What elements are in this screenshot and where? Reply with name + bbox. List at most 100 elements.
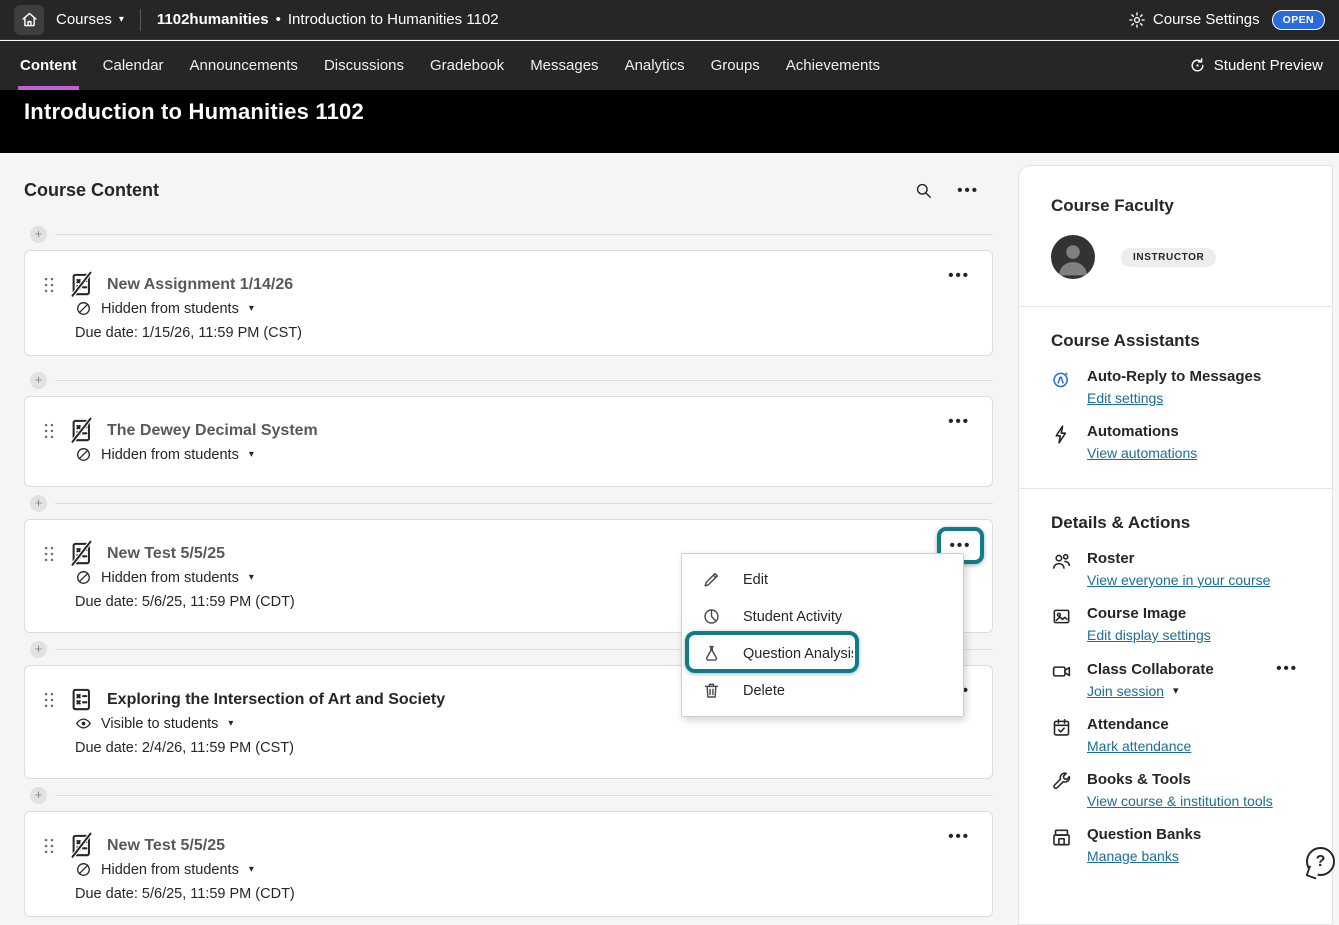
menu-item-delete[interactable]: Delete <box>682 672 963 709</box>
chevron-down-icon[interactable]: ▾ <box>1173 686 1179 697</box>
home-button[interactable] <box>14 5 44 35</box>
course-settings-button[interactable]: Course Settings <box>1128 11 1260 29</box>
sidebar-row-link[interactable]: Mark attendance <box>1087 738 1191 754</box>
sidebar-row-link[interactable]: View everyone in your course <box>1087 572 1270 588</box>
drag-handle[interactable] <box>39 690 59 710</box>
add-content-button[interactable]: + <box>30 787 47 804</box>
visibility-label: Hidden from students <box>101 570 239 586</box>
class-collaborate-options-button[interactable]: ••• <box>1276 660 1298 678</box>
sidebar-row-link[interactable]: Manage banks <box>1087 848 1179 864</box>
drag-handle-icon <box>39 544 59 564</box>
books-tools-icon-wrap <box>1051 771 1072 793</box>
content-item-title[interactable]: Exploring the Intersection of Art and So… <box>107 691 445 709</box>
course-content-options-button[interactable]: ••• <box>957 183 979 198</box>
sidebar-row-auto-reply-to-messages: Auto-Reply to MessagesEdit settings <box>1051 368 1312 406</box>
content-item-card: The Dewey Decimal System ••• Hidden from s… <box>24 396 993 487</box>
content-item-title[interactable]: The Dewey Decimal System <box>107 422 318 440</box>
visibility-label: Hidden from students <box>101 447 239 463</box>
tab-calendar[interactable]: Calendar <box>103 41 164 90</box>
tab-messages[interactable]: Messages <box>530 41 598 90</box>
divider-line <box>55 234 993 235</box>
student-preview-icon <box>1189 57 1206 74</box>
content-item-title[interactable]: New Assignment 1/14/26 <box>107 276 293 294</box>
breadcrumb-course-id: 1102humanities <box>157 11 269 28</box>
nav-tabs: Content Calendar Announcements Discussions G… <box>0 41 880 90</box>
page-title-band: Introduction to Humanities 1102 <box>0 90 1339 153</box>
add-content-divider: + <box>30 226 993 243</box>
sidebar-row-link[interactable]: Edit display settings <box>1087 627 1211 643</box>
eye-slash-icon <box>75 446 92 463</box>
content-item-title[interactable]: New Test 5/5/25 <box>107 545 225 563</box>
eye-icon <box>75 715 92 732</box>
visibility-selector[interactable]: Hidden from students ▾ <box>75 569 254 586</box>
item-options-button[interactable]: ••• <box>948 267 970 285</box>
add-content-button[interactable]: + <box>30 641 47 658</box>
drag-handle[interactable] <box>39 836 59 856</box>
tab-achievements[interactable]: Achievements <box>786 41 880 90</box>
course-content-header: Course Content ••• <box>24 170 993 210</box>
content-item-title[interactable]: New Test 5/5/25 <box>107 837 225 855</box>
ellipsis-icon: ••• <box>948 828 970 845</box>
content-type-icon-wrap <box>68 686 95 713</box>
open-status-badge[interactable]: OPEN <box>1272 10 1325 30</box>
sidebar-row-roster: RosterView everyone in your course <box>1051 550 1312 588</box>
visibility-selector[interactable]: Hidden from students▾ <box>75 300 254 317</box>
add-content-button[interactable]: + <box>30 372 47 389</box>
sidebar-row-link[interactable]: View course & institution tools <box>1087 793 1273 809</box>
ellipsis-icon: ••• <box>1276 660 1298 677</box>
sidebar-row-label: Question Banks <box>1087 826 1201 843</box>
item-options-button[interactable]: ••• <box>948 413 970 431</box>
course-image-icon-wrap <box>1051 605 1072 627</box>
add-content-divider: + <box>30 495 993 512</box>
add-content-button[interactable]: + <box>30 226 47 243</box>
tab-analytics[interactable]: Analytics <box>625 41 685 90</box>
menu-item-student-activity[interactable]: Student Activity <box>682 598 963 635</box>
tab-gradebook[interactable]: Gradebook <box>430 41 504 90</box>
help-button[interactable]: ? <box>1306 847 1335 876</box>
visibility-selector[interactable]: Hidden from students▾ <box>75 861 254 878</box>
tab-content[interactable]: Content <box>20 41 77 90</box>
search-button[interactable] <box>914 181 933 200</box>
chevron-down-icon: ▾ <box>119 15 124 25</box>
gear-icon <box>1128 11 1146 29</box>
chevron-down-icon: ▾ <box>249 573 254 583</box>
divider-line <box>55 795 993 796</box>
sidebar-row-label: Attendance <box>1087 716 1169 733</box>
courses-menu-button[interactable]: Courses ▾ <box>56 11 124 28</box>
books-tools-icon <box>1051 772 1072 793</box>
drag-handle[interactable] <box>39 275 59 295</box>
student-activity-icon <box>702 607 721 626</box>
instructor-avatar[interactable] <box>1051 235 1095 279</box>
divider-line <box>55 380 993 381</box>
drag-handle[interactable] <box>39 421 59 441</box>
assignment-icon <box>68 686 95 713</box>
visibility-label: Visible to students <box>101 716 218 732</box>
visibility-label: Hidden from students <box>101 301 239 317</box>
roster-icon-wrap <box>1051 550 1072 572</box>
tab-groups[interactable]: Groups <box>711 41 760 90</box>
sidebar-row-link[interactable]: View automations <box>1087 445 1197 461</box>
menu-item-question-analysis[interactable]: Question Analysis <box>682 635 963 672</box>
drag-handle-icon <box>39 836 59 856</box>
add-content-button[interactable]: + <box>30 495 47 512</box>
visibility-selector[interactable]: Hidden from students▾ <box>75 446 254 463</box>
sidebar-row-link[interactable]: Join session <box>1087 683 1164 699</box>
course-assistants-heading: Course Assistants <box>1051 331 1312 351</box>
visibility-selector[interactable]: Visible to students▾ <box>75 715 233 732</box>
item-options-button[interactable]: ••• <box>948 828 970 846</box>
student-preview-button[interactable]: Student Preview <box>1189 41 1323 90</box>
menu-item-label: Student Activity <box>743 609 842 625</box>
student-preview-label: Student Preview <box>1214 57 1323 74</box>
menu-item-edit[interactable]: Edit <box>682 561 963 598</box>
drag-handle[interactable] <box>39 544 59 564</box>
due-date-text: Due date: 1/15/26, 11:59 PM (CST) <box>75 325 302 341</box>
test-icon <box>68 540 95 567</box>
page-title: Introduction to Humanities 1102 <box>24 99 364 125</box>
class-collaborate-icon-wrap <box>1051 660 1072 682</box>
tab-discussions[interactable]: Discussions <box>324 41 404 90</box>
person-silhouette-icon <box>1051 235 1095 279</box>
sidebar-row-link[interactable]: Edit settings <box>1087 390 1163 406</box>
sidebar-row-label: Automations <box>1087 423 1179 440</box>
divider <box>140 9 141 31</box>
tab-announcements[interactable]: Announcements <box>190 41 298 90</box>
